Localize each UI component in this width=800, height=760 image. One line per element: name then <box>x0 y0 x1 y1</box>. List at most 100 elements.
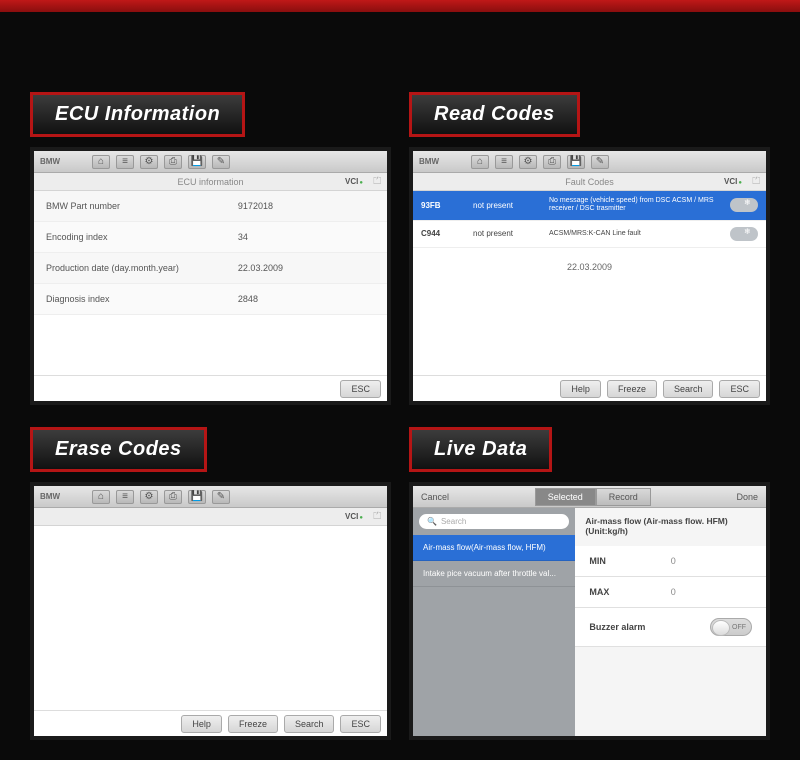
search-icon: 🔍 <box>427 517 437 526</box>
toolbar-brand: BMW <box>419 157 461 166</box>
print-icon[interactable]: ⎙ <box>164 490 182 504</box>
ecu-row-value: 34 <box>238 232 375 242</box>
ecu-row-value: 22.03.2009 <box>238 263 375 273</box>
ecu-row: Encoding index 34 <box>34 222 387 253</box>
min-value: 0 <box>671 556 752 566</box>
ecu-row: Diagnosis index 2848 <box>34 284 387 315</box>
fault-code-row[interactable]: C944 not present ACSM/MRS:K-CAN Line fau… <box>413 221 766 248</box>
panel-title-frame: Read Codes <box>409 92 580 137</box>
read-subheader-text: Fault Codes <box>565 177 614 187</box>
gear-icon[interactable]: ⚙ <box>140 155 158 169</box>
ecu-row-label: Production date (day.month.year) <box>46 263 238 273</box>
live-min-row[interactable]: MIN 0 <box>575 546 766 577</box>
home-icon[interactable]: ⌂ <box>471 155 489 169</box>
cancel-button[interactable]: Cancel <box>421 492 449 502</box>
app-toolbar: BMW ⌂ ≡ ⚙ ⎙ 💾 ✎ <box>413 151 766 173</box>
save-icon[interactable]: 💾 <box>188 155 206 169</box>
switch-text: OFF <box>732 624 746 631</box>
buzzer-label: Buzzer alarm <box>589 622 645 632</box>
esc-button[interactable]: ESC <box>340 715 381 733</box>
search-button[interactable]: Search <box>663 380 714 398</box>
fault-status: not present <box>473 229 543 238</box>
fault-date: 22.03.2009 <box>413 248 766 286</box>
freeze-toggle[interactable] <box>730 198 758 212</box>
freeze-toggle[interactable] <box>730 227 758 241</box>
panel-title-frame: Erase Codes <box>30 427 207 472</box>
buzzer-row: Buzzer alarm OFF <box>575 608 766 647</box>
fault-code: 93FB <box>421 201 467 210</box>
fault-code: C944 <box>421 229 467 238</box>
help-button[interactable]: Help <box>560 380 601 398</box>
print-icon[interactable]: ⎙ <box>543 155 561 169</box>
freeze-button[interactable]: Freeze <box>607 380 657 398</box>
camera-icon[interactable]: ⏍ <box>752 176 760 187</box>
toolbar-icons: ⌂ ≡ ⚙ ⎙ 💾 ✎ <box>92 155 230 169</box>
esc-button[interactable]: ESC <box>340 380 381 398</box>
read-subheader: Fault Codes VCI ⏍ <box>413 173 766 191</box>
live-list-item[interactable]: Air-mass flow(Air-mass flow, HFM) <box>413 535 575 561</box>
live-max-row[interactable]: MAX 0 <box>575 577 766 608</box>
ecu-content: BMW Part number 9172018 Encoding index 3… <box>34 191 387 375</box>
home-icon[interactable]: ⌂ <box>92 155 110 169</box>
buzzer-switch[interactable]: OFF <box>710 618 752 636</box>
tree-icon[interactable]: ≡ <box>495 155 513 169</box>
read-footer: Help Freeze Search ESC <box>413 375 766 401</box>
ecu-row-value: 9172018 <box>238 201 375 211</box>
live-detail-title: Air-mass flow (Air-mass flow. HFM)(Unit:… <box>585 516 756 536</box>
live-search[interactable]: 🔍 Search <box>419 514 569 529</box>
tree-icon[interactable]: ≡ <box>116 490 134 504</box>
live-right-detail: Air-mass flow (Air-mass flow. HFM)(Unit:… <box>575 508 766 736</box>
ecu-subheader-text: ECU information <box>177 177 243 187</box>
ecu-row-value: 2848 <box>238 294 375 304</box>
live-topbar: Cancel Selected Record Done <box>413 486 766 508</box>
gear-icon[interactable]: ⚙ <box>140 490 158 504</box>
live-left-list: 🔍 Search Air-mass flow(Air-mass flow, HF… <box>413 508 575 736</box>
save-icon[interactable]: 💾 <box>567 155 585 169</box>
vci-indicator: VCI <box>724 177 742 186</box>
done-button[interactable]: Done <box>736 492 758 502</box>
live-tabs: Selected Record <box>535 488 651 506</box>
toolbar-brand: BMW <box>40 157 82 166</box>
esc-button[interactable]: ESC <box>719 380 760 398</box>
panel-erase-codes: Erase Codes BMW ⌂ ≡ ⚙ ⎙ 💾 ✎ VCI ⏍ <box>30 427 391 740</box>
edit-icon[interactable]: ✎ <box>212 490 230 504</box>
ecu-row-label: BMW Part number <box>46 201 238 211</box>
read-content: 93FB not present No message (vehicle spe… <box>413 191 766 375</box>
ecu-subheader: ECU information VCI ⏍ <box>34 173 387 191</box>
app-toolbar: BMW ⌂ ≡ ⚙ ⎙ 💾 ✎ <box>34 486 387 508</box>
panel-title: Live Data <box>434 438 527 461</box>
print-icon[interactable]: ⎙ <box>164 155 182 169</box>
toolbar-brand: BMW <box>40 492 82 501</box>
erase-content <box>34 526 387 710</box>
freeze-button[interactable]: Freeze <box>228 715 278 733</box>
tree-icon[interactable]: ≡ <box>116 155 134 169</box>
tab-record[interactable]: Record <box>596 488 651 506</box>
edit-icon[interactable]: ✎ <box>591 155 609 169</box>
live-body: 🔍 Search Air-mass flow(Air-mass flow, HF… <box>413 508 766 736</box>
ecu-footer: ESC <box>34 375 387 401</box>
top-accent-stripe <box>0 0 800 12</box>
panel-grid: ECU Information BMW ⌂ ≡ ⚙ ⎙ 💾 ✎ ECU info… <box>0 12 800 760</box>
fault-status: not present <box>473 201 543 210</box>
live-list-item[interactable]: Intake pice vacuum after throttle val... <box>413 561 575 587</box>
search-button[interactable]: Search <box>284 715 335 733</box>
camera-icon[interactable]: ⏍ <box>373 511 381 522</box>
fault-code-row[interactable]: 93FB not present No message (vehicle spe… <box>413 191 766 221</box>
panel-read-codes: Read Codes BMW ⌂ ≡ ⚙ ⎙ 💾 ✎ Fault Codes V… <box>409 92 770 405</box>
save-icon[interactable]: 💾 <box>188 490 206 504</box>
fault-description: No message (vehicle speed) from DSC ACSM… <box>549 197 724 214</box>
max-value: 0 <box>671 587 752 597</box>
read-screen: BMW ⌂ ≡ ⚙ ⎙ 💾 ✎ Fault Codes VCI ⏍ 93FB n <box>409 147 770 405</box>
erase-subheader: VCI ⏍ <box>34 508 387 526</box>
gear-icon[interactable]: ⚙ <box>519 155 537 169</box>
camera-icon[interactable]: ⏍ <box>373 176 381 187</box>
fault-description: ACSM/MRS:K-CAN Line fault <box>549 230 724 238</box>
ecu-screen: BMW ⌂ ≡ ⚙ ⎙ 💾 ✎ ECU information VCI ⏍ BM… <box>30 147 391 405</box>
panel-ecu: ECU Information BMW ⌂ ≡ ⚙ ⎙ 💾 ✎ ECU info… <box>30 92 391 405</box>
vci-indicator: VCI <box>345 512 363 521</box>
panel-title: Read Codes <box>434 103 555 126</box>
edit-icon[interactable]: ✎ <box>212 155 230 169</box>
tab-selected[interactable]: Selected <box>535 488 596 506</box>
help-button[interactable]: Help <box>181 715 222 733</box>
home-icon[interactable]: ⌂ <box>92 490 110 504</box>
